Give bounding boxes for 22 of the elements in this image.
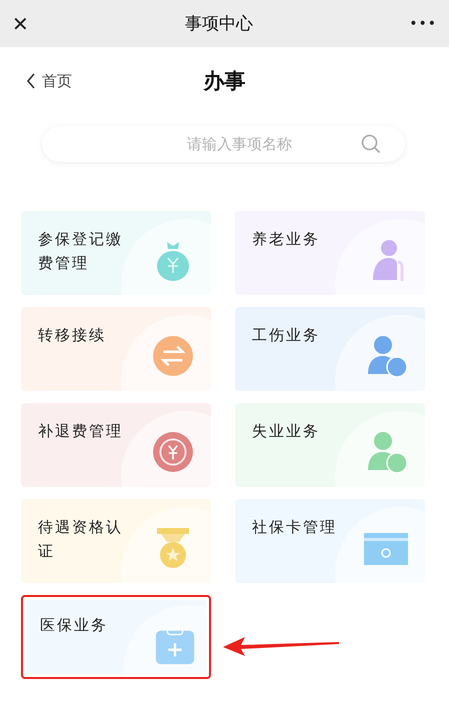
service-card[interactable]: 失业业务	[235, 403, 425, 487]
window-title: 事项中心	[184, 13, 253, 35]
service-card[interactable]: 补退费管理	[21, 403, 211, 487]
service-card[interactable]: 参保登记缴费管理	[21, 211, 211, 295]
back-link[interactable]: 首页	[26, 72, 72, 90]
person-icon	[366, 334, 408, 378]
service-card[interactable]: 社保卡管理	[235, 499, 425, 583]
refund-icon	[152, 430, 194, 474]
service-card[interactable]: 医保业务	[21, 595, 211, 679]
service-card[interactable]: 待遇资格认证	[21, 499, 211, 583]
search-field[interactable]: 请输入事项名称	[58, 135, 361, 153]
chevron-left-icon	[26, 73, 36, 89]
card-icon	[362, 531, 410, 567]
exchange-icon	[152, 334, 194, 378]
search-icon	[361, 134, 381, 154]
more-button[interactable]: •••	[409, 16, 437, 32]
service-card[interactable]: 养老业务	[235, 211, 425, 295]
page-title: 办事	[204, 68, 246, 95]
service-card[interactable]: 转移接续	[21, 307, 211, 391]
person-icon	[366, 430, 408, 474]
service-card[interactable]: 工伤业务	[235, 307, 425, 391]
close-button[interactable]: ✕	[12, 12, 29, 36]
